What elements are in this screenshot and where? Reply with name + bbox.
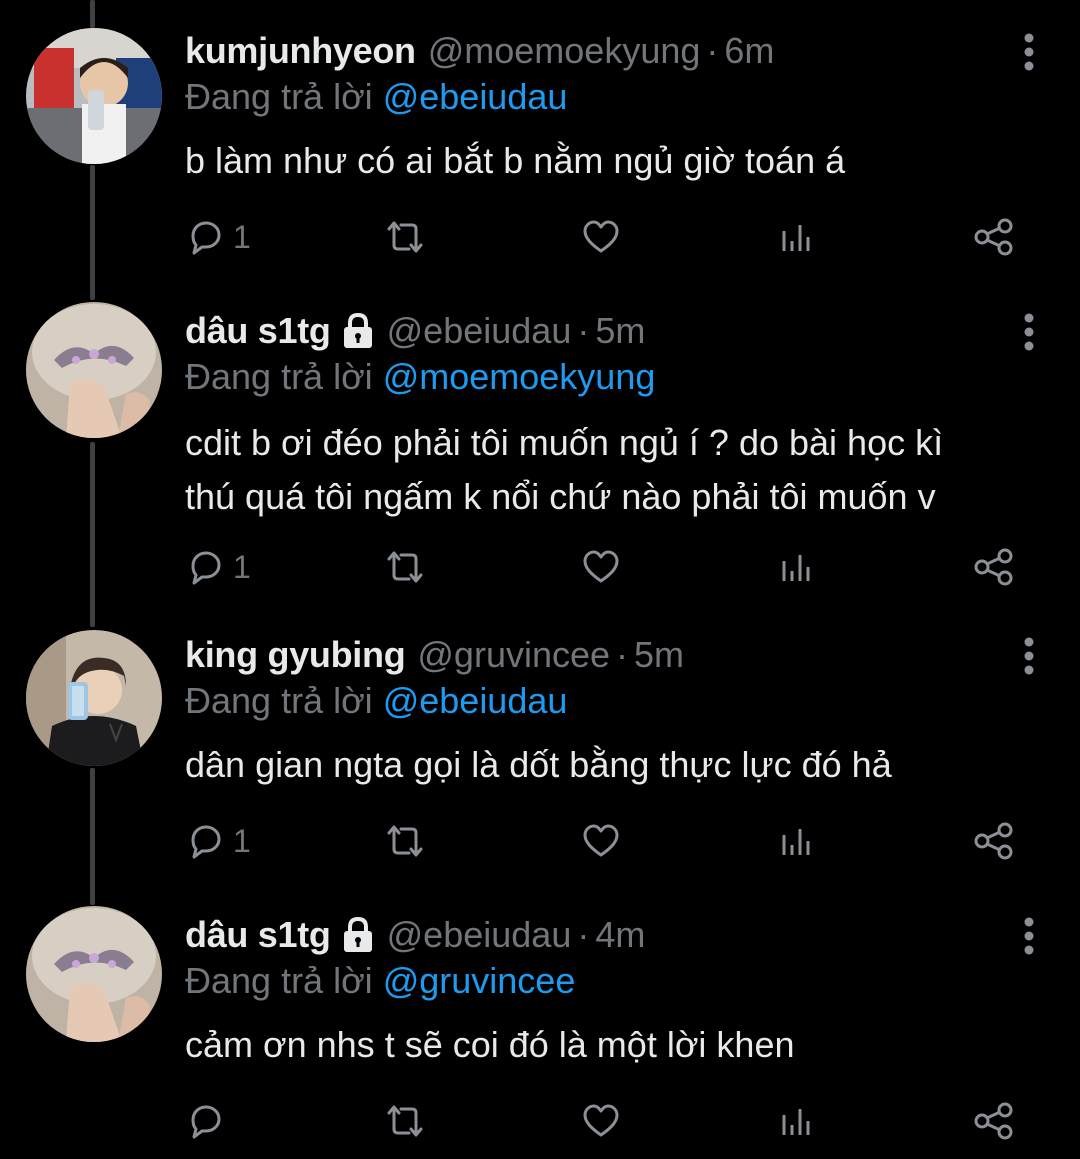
reply-count: 1 (233, 548, 251, 585)
retweet-button[interactable] (383, 212, 427, 262)
separator-dot: · (577, 310, 590, 351)
thread-line-2 (90, 165, 95, 300)
replying-to-label: Đang trả lời (185, 356, 373, 397)
share-button[interactable] (973, 542, 1015, 592)
tweet-text: dân gian ngta gọi là dốt bằng thực lực đ… (185, 738, 1045, 792)
tweet-text-line: b làm như có ai bắt b nằm ngủ giờ toán á (185, 140, 846, 181)
tweet-text: cdit b ơi đéo phải tôi muốn ngủ í ? do b… (185, 416, 1045, 524)
timestamp[interactable]: 4m (595, 914, 645, 956)
reply-icon (191, 825, 221, 859)
thread-line-3 (90, 442, 95, 627)
replying-to-label: Đang trả lời (185, 960, 373, 1001)
reply-mention-link[interactable]: @gruvincee (383, 960, 576, 1001)
views-icon (782, 1109, 810, 1135)
like-icon (583, 550, 619, 583)
separator-dot: · (706, 30, 719, 71)
thread-line-4 (90, 768, 95, 905)
tweet-actions: 1 (185, 212, 1025, 262)
separator-dot: · (577, 914, 590, 955)
share-button[interactable] (973, 816, 1015, 866)
replying-to: Đang trả lời @ebeiudau (185, 680, 567, 722)
share-icon (974, 822, 1013, 860)
like-button[interactable] (581, 542, 621, 592)
user-handle[interactable]: @moemoekyung (428, 30, 701, 72)
display-name[interactable]: king gyubing (185, 634, 406, 676)
retweet-icon (387, 825, 423, 857)
tweet-text-line: cdit b ơi đéo phải tôi muốn ngủ í ? do b… (185, 422, 944, 463)
avatar[interactable] (26, 906, 162, 1042)
like-icon (583, 1104, 619, 1137)
user-handle[interactable]: @ebeiudau (387, 914, 572, 956)
share-button[interactable] (973, 212, 1015, 262)
views-button[interactable] (779, 212, 815, 262)
retweet-button[interactable] (383, 816, 427, 866)
retweet-icon (387, 1105, 423, 1137)
reply-button[interactable] (185, 1096, 233, 1146)
reply-button[interactable]: 1 (185, 542, 251, 592)
share-icon (974, 218, 1013, 256)
replying-to-label: Đang trả lời (185, 76, 373, 117)
views-icon (782, 225, 810, 251)
tweet-text-line: dân gian ngta gọi là dốt bằng thực lực đ… (185, 744, 892, 785)
separator-dot: · (616, 634, 629, 675)
reply-icon (191, 221, 221, 255)
retweet-icon (387, 221, 423, 253)
user-handle[interactable]: @ebeiudau (387, 310, 572, 352)
avatar[interactable] (26, 302, 162, 438)
timestamp[interactable]: 5m (634, 634, 684, 676)
more-options-icon[interactable] (1022, 32, 1036, 72)
reply-button[interactable]: 1 (185, 816, 251, 866)
lock-icon (343, 916, 372, 952)
timestamp[interactable]: 6m (724, 30, 774, 72)
retweet-icon (387, 551, 423, 583)
more-options-icon[interactable] (1022, 916, 1036, 956)
replying-to: Đang trả lời @moemoekyung (185, 356, 655, 398)
reply-mention-link[interactable]: @ebeiudau (383, 680, 568, 721)
lock-icon (343, 312, 372, 348)
like-button[interactable] (581, 816, 621, 866)
retweet-button[interactable] (383, 1096, 427, 1146)
replying-to: Đang trả lời @ebeiudau (185, 76, 567, 118)
views-button[interactable] (779, 816, 815, 866)
reply-mention-link[interactable]: @moemoekyung (383, 356, 656, 397)
avatar[interactable] (26, 630, 162, 766)
reply-button[interactable]: 1 (185, 212, 251, 262)
tweet-actions: 1 (185, 816, 1025, 866)
tweet-actions: 1 (185, 542, 1025, 592)
more-options-icon[interactable] (1022, 636, 1036, 676)
display-name[interactable]: dâu s1tg (185, 310, 331, 352)
views-button[interactable] (779, 1096, 815, 1146)
reply-icon (191, 1105, 221, 1139)
views-button[interactable] (779, 542, 815, 592)
reply-mention-link[interactable]: @ebeiudau (383, 76, 568, 117)
display-name[interactable]: kumjunhyeon (185, 30, 416, 72)
retweet-button[interactable] (383, 542, 427, 592)
views-icon (782, 555, 810, 581)
views-icon (782, 829, 810, 855)
reply-icon (191, 551, 221, 585)
thread-line-1 (90, 0, 95, 28)
replying-to: Đang trả lời @gruvincee (185, 960, 575, 1002)
tweet-actions (185, 1096, 1025, 1146)
display-name[interactable]: dâu s1tg (185, 914, 331, 956)
like-icon (583, 220, 619, 253)
more-options-icon[interactable] (1022, 312, 1036, 352)
replying-to-label: Đang trả lời (185, 680, 373, 721)
tweet-text-line: thú quá tôi ngấm k nổi chứ nào phải tôi … (185, 476, 936, 517)
reply-count: 1 (233, 822, 251, 859)
like-button[interactable] (581, 212, 621, 262)
tweet-text: cảm ơn nhs t sẽ coi đó là một lời khen (185, 1018, 1045, 1072)
share-icon (974, 1102, 1013, 1140)
tweet-text-line: cảm ơn nhs t sẽ coi đó là một lời khen (185, 1024, 795, 1065)
tweet-text: b làm như có ai bắt b nằm ngủ giờ toán á (185, 134, 1045, 188)
like-button[interactable] (581, 1096, 621, 1146)
share-icon (974, 548, 1013, 586)
share-button[interactable] (973, 1096, 1015, 1146)
timestamp[interactable]: 5m (595, 310, 645, 352)
like-icon (583, 824, 619, 857)
reply-count: 1 (233, 218, 251, 255)
avatar[interactable] (26, 28, 162, 164)
user-handle[interactable]: @gruvincee (417, 634, 610, 676)
